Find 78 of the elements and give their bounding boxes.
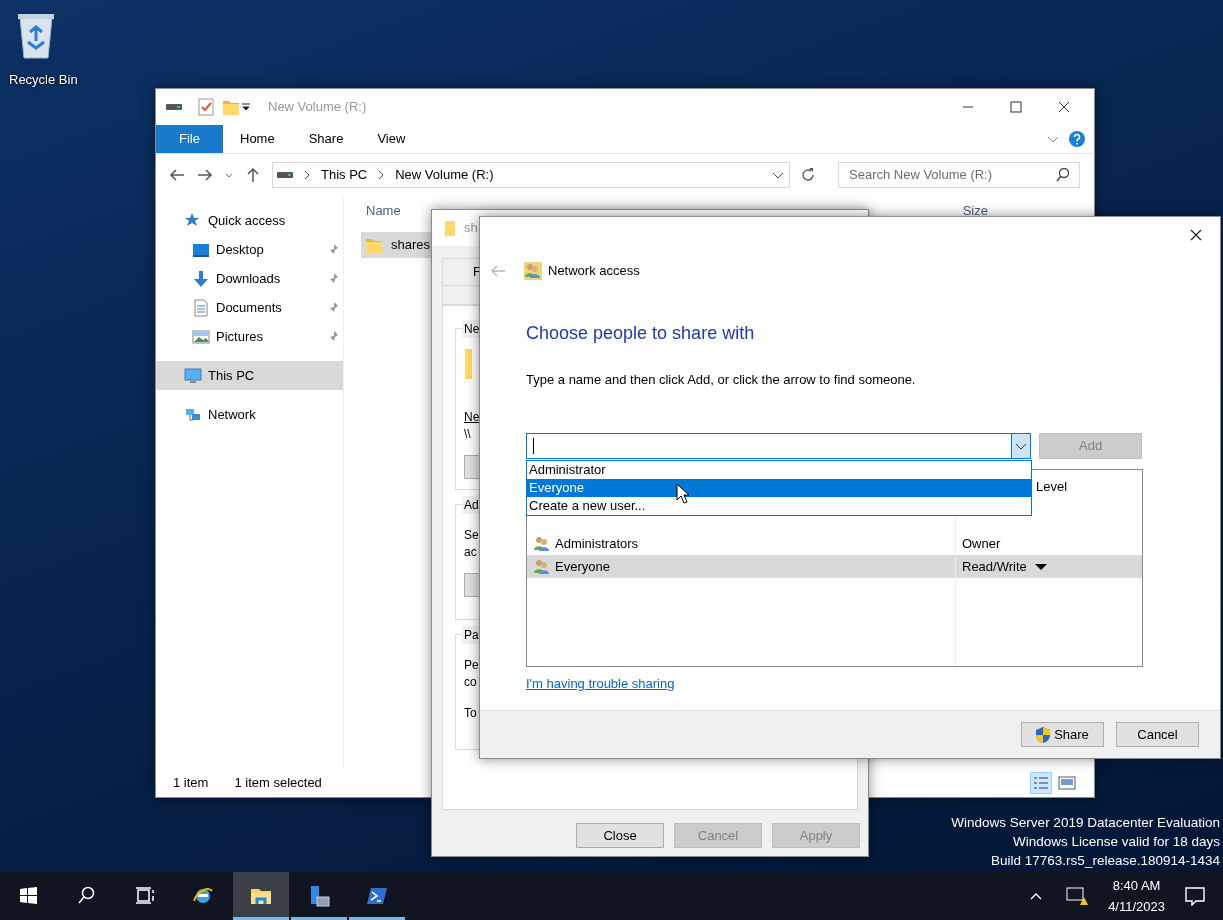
- body-text: To: [464, 704, 477, 722]
- dialog-button[interactable]: Cancel: [1116, 722, 1199, 747]
- terminal-icon[interactable]: [366, 885, 388, 907]
- ribbon-tab[interactable]: View: [360, 125, 423, 153]
- mouse-pointer-icon: [676, 483, 690, 504]
- status-text: 1 item: [173, 774, 209, 793]
- text-cursor: [533, 438, 534, 454]
- shield-icon: [1036, 726, 1051, 743]
- breadcrumb-item[interactable]: New Volume (R:): [395, 165, 494, 185]
- network-warning-icon[interactable]: [1066, 886, 1089, 906]
- nav-item[interactable]: Desktop: [156, 235, 343, 264]
- group-title: Pa: [462, 625, 481, 644]
- breadcrumb-item[interactable]: This PC: [321, 165, 368, 185]
- dialog-title: Network access: [548, 262, 640, 280]
- dropdown-option[interactable]: Administrator: [527, 461, 1031, 479]
- document-icon: [192, 298, 210, 317]
- search-icon[interactable]: [1055, 167, 1071, 183]
- file-tab[interactable]: File: [156, 125, 223, 153]
- ribbon-tab[interactable]: Share: [291, 125, 361, 153]
- dialog-button[interactable]: Close: [576, 822, 664, 848]
- notification-icon[interactable]: [1185, 886, 1205, 906]
- column-header[interactable]: Name: [366, 203, 401, 232]
- ribbon-tab[interactable]: Home: [223, 125, 292, 153]
- download-arrow-icon: [192, 269, 210, 288]
- refresh-icon[interactable]: [800, 167, 816, 183]
- people-icon: [533, 557, 551, 576]
- info-text: Build 17763.rs5_release.180914-1434: [990, 852, 1220, 870]
- address-bar[interactable]: This PC New Volume (R:): [272, 162, 790, 188]
- details-view-icon[interactable]: [1030, 772, 1052, 794]
- info-text: Windows License valid for 18 days: [1011, 833, 1220, 851]
- nav-item[interactable]: This PC: [156, 361, 343, 390]
- body-text: co: [464, 673, 477, 691]
- window-title: sh: [464, 219, 478, 238]
- help-link[interactable]: I'm having trouble sharing: [526, 674, 675, 694]
- properties-check-icon[interactable]: [198, 98, 214, 116]
- dropdown-arrow-icon[interactable]: [1011, 434, 1031, 458]
- computer-icon: [184, 366, 202, 385]
- body-text: \\: [464, 425, 471, 443]
- status-text: 1 item selected: [234, 774, 322, 793]
- info-text: Windows Server 2019 Datacenter Evaluation: [950, 814, 1220, 832]
- instruction-text: Type a name and then click Add, or click the arrow to find someone.: [526, 370, 917, 389]
- nav-item[interactable]: Downloads: [156, 264, 343, 293]
- group-title: Ad: [462, 495, 481, 514]
- start-icon[interactable]: [18, 885, 40, 907]
- link[interactable]: Ne: [464, 407, 480, 426]
- search-placeholder: Search New Volume (R:): [849, 166, 993, 185]
- server-toolbox-icon[interactable]: [308, 885, 330, 907]
- body-text: Se: [464, 526, 479, 544]
- nav-item[interactable]: Network: [156, 400, 343, 429]
- chevron-right-icon: [377, 169, 386, 181]
- task-view-icon[interactable]: [134, 885, 156, 907]
- dropdown-option[interactable]: Everyone: [527, 479, 1031, 497]
- nav-item[interactable]: Pictures: [156, 322, 343, 351]
- nav-item[interactable]: Documents: [156, 293, 343, 322]
- drive-icon: [277, 172, 293, 178]
- picture-icon: [192, 327, 210, 346]
- column-header[interactable]: Level: [1036, 479, 1068, 494]
- search-field[interactable]: Search New Volume (R:): [838, 162, 1080, 188]
- body-text: ac: [464, 543, 477, 561]
- dropdown-triangle-icon[interactable]: [1034, 562, 1047, 571]
- name-combo-box[interactable]: [526, 433, 1032, 459]
- clock[interactable]: 8:40 AM 4/11/2023: [1108, 875, 1165, 917]
- dialog-button[interactable]: Share: [1021, 722, 1104, 747]
- chevron-right-icon: [303, 169, 311, 181]
- desktop-icon-label[interactable]: Recycle Bin: [9, 70, 78, 90]
- people-icon: [533, 534, 551, 553]
- people-icon: [524, 261, 542, 280]
- dialog-heading: Choose people to share with: [526, 321, 756, 345]
- body-text: Pe: [464, 656, 479, 674]
- dropdown-option[interactable]: Create a new user...: [527, 497, 1031, 515]
- table-row[interactable]: Everyone Read/Write: [527, 555, 1142, 578]
- help-icon[interactable]: [1068, 130, 1086, 148]
- window-title: New Volume (R:): [268, 98, 367, 117]
- nav-item[interactable]: Quick access: [156, 206, 343, 235]
- close-icon[interactable]: [1188, 227, 1204, 243]
- group-title: Ne: [462, 319, 482, 338]
- taskbar-button[interactable]: [233, 872, 289, 920]
- drive-icon[interactable]: [166, 104, 182, 110]
